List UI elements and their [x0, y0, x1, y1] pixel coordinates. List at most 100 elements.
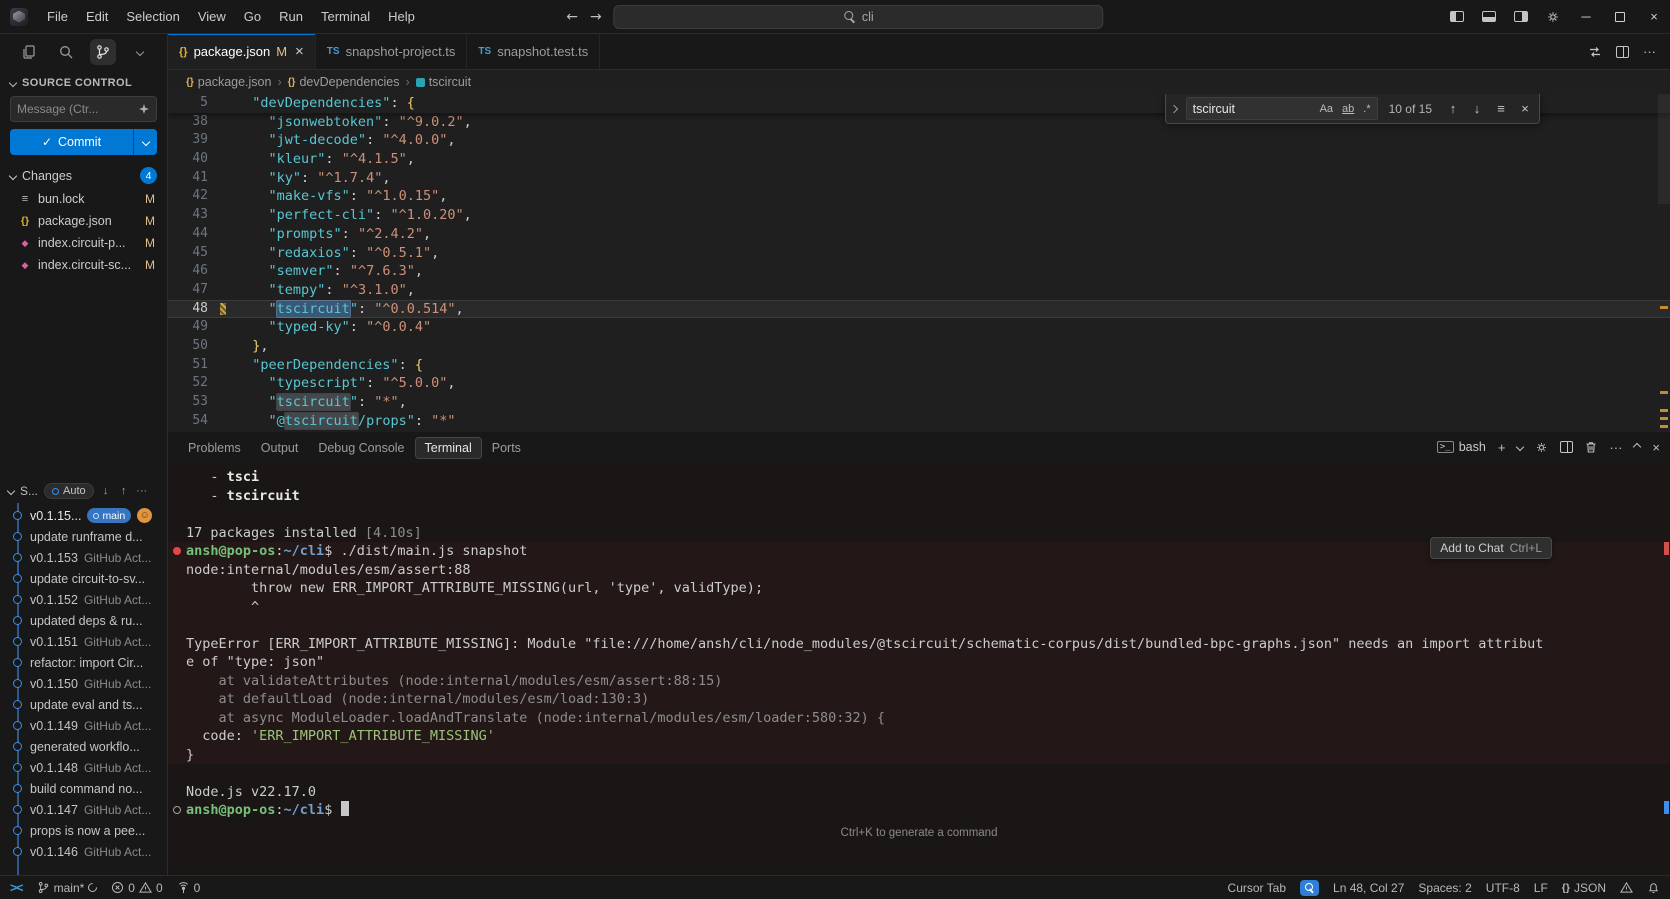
search-icon[interactable]: [53, 39, 79, 65]
split-terminal-icon[interactable]: [1560, 441, 1574, 453]
kill-terminal-icon[interactable]: [1585, 441, 1597, 454]
generate-commit-message-icon[interactable]: [138, 103, 150, 115]
source-control-icon[interactable]: [90, 39, 116, 65]
line-gutter[interactable]: 47: [168, 281, 236, 300]
forward-button[interactable]: →: [590, 9, 602, 25]
scm-file-row[interactable]: ≡ bun.lock M: [0, 188, 167, 210]
commit-row[interactable]: generated workflo...: [0, 736, 167, 757]
problems-status[interactable]: 0 0: [111, 881, 163, 895]
encoding-status[interactable]: UTF-8: [1486, 881, 1520, 895]
toggle-replace-icon[interactable]: [1166, 94, 1182, 123]
scm-file-row[interactable]: ◆ index.circuit-p... M: [0, 232, 167, 254]
terminal-settings-icon[interactable]: [1535, 441, 1548, 454]
panel-tab-output[interactable]: Output: [251, 437, 309, 459]
terminal-profile-dropdown-icon[interactable]: [1516, 442, 1525, 452]
customize-layout-button[interactable]: [1538, 3, 1568, 31]
remote-indicator[interactable]: ><: [10, 881, 24, 895]
line-gutter[interactable]: 48: [168, 300, 236, 319]
new-terminal-button[interactable]: +: [1498, 440, 1506, 455]
command-center-search[interactable]: cli: [613, 4, 1104, 29]
commit-row[interactable]: refactor: import Cir...: [0, 652, 167, 673]
more-views-icon[interactable]: [127, 39, 153, 65]
menu-terminal[interactable]: Terminal: [312, 5, 379, 28]
line-gutter[interactable]: 41: [168, 169, 236, 188]
alert-status[interactable]: [1620, 881, 1633, 894]
codebase-index-badge[interactable]: [1300, 879, 1320, 896]
changes-section-header[interactable]: Changes 4: [0, 163, 167, 188]
terminal[interactable]: - tsci - tscircuit 17 packages installed …: [168, 462, 1670, 875]
commit-row[interactable]: v0.1.149 GitHub Act...: [0, 715, 167, 736]
panel-tab-problems[interactable]: Problems: [178, 437, 251, 459]
find-input[interactable]: [1192, 101, 1314, 116]
regex-toggle[interactable]: .*: [1360, 102, 1373, 116]
commit-row[interactable]: props is now a pee...: [0, 820, 167, 841]
menu-go[interactable]: Go: [235, 5, 270, 28]
line-gutter[interactable]: 43: [168, 206, 236, 225]
close-panel-icon[interactable]: ×: [1652, 440, 1660, 455]
scm-file-row[interactable]: {} package.json M: [0, 210, 167, 232]
maximize-panel-icon[interactable]: [1633, 442, 1642, 452]
commit-dropdown-button[interactable]: [133, 129, 157, 155]
commit-row[interactable]: build command no...: [0, 778, 167, 799]
back-button[interactable]: ←: [566, 9, 578, 25]
panel-tab-ports[interactable]: Ports: [482, 437, 531, 459]
panel-tab-debug-console[interactable]: Debug Console: [308, 437, 414, 459]
commit-row[interactable]: update runframe d...: [0, 526, 167, 547]
breadcrumb-item[interactable]: {} package.json: [186, 75, 271, 89]
commit-row[interactable]: v0.1.151 GitHub Act...: [0, 631, 167, 652]
line-gutter[interactable]: 53: [168, 393, 236, 412]
line-gutter[interactable]: 5: [168, 94, 236, 113]
commit-row[interactable]: update eval and ts...: [0, 694, 167, 715]
scm-file-row[interactable]: ◆ index.circuit-sc... M: [0, 254, 167, 276]
line-gutter[interactable]: 45: [168, 244, 236, 263]
indentation-status[interactable]: Spaces: 2: [1418, 881, 1471, 895]
branch-status[interactable]: main*: [37, 881, 100, 895]
more-actions-icon[interactable]: ···: [136, 485, 148, 497]
close-window-button[interactable]: ×: [1638, 2, 1670, 32]
line-gutter[interactable]: 54: [168, 412, 236, 431]
split-editor-icon[interactable]: [1616, 45, 1629, 58]
editor-tab-snapshot.test.ts[interactable]: TS snapshot.test.ts: [467, 34, 601, 69]
commit-row[interactable]: v0.1.152 GitHub Act...: [0, 589, 167, 610]
push-icon[interactable]: ↑: [118, 485, 130, 497]
cursor-position-status[interactable]: Ln 48, Col 27: [1333, 881, 1404, 895]
source-control-section-header[interactable]: SOURCE CONTROL: [0, 70, 167, 94]
breadcrumb-item[interactable]: tscircuit: [415, 75, 471, 89]
maximize-button[interactable]: [1604, 2, 1636, 32]
toggle-panel-button[interactable]: [1474, 3, 1504, 31]
menu-view[interactable]: View: [189, 5, 235, 28]
open-changes-icon[interactable]: [1588, 45, 1602, 59]
commit-row[interactable]: v0.1.146 GitHub Act...: [0, 841, 167, 862]
line-gutter[interactable]: 49: [168, 318, 236, 337]
scrollbar-slider[interactable]: [1658, 94, 1670, 204]
line-gutter[interactable]: 46: [168, 262, 236, 281]
commit-button[interactable]: ✓ Commit: [10, 129, 133, 155]
breadcrumb-item[interactable]: {} devDependencies: [288, 75, 400, 89]
more-actions-icon[interactable]: ···: [1609, 440, 1622, 455]
menu-help[interactable]: Help: [379, 5, 424, 28]
panel-tab-terminal[interactable]: Terminal: [414, 436, 482, 459]
next-match-button[interactable]: ↓: [1467, 99, 1487, 119]
language-status[interactable]: {} JSON: [1562, 881, 1606, 895]
close-find-button[interactable]: ×: [1515, 99, 1535, 119]
explorer-icon[interactable]: [16, 39, 42, 65]
commit-row[interactable]: v0.1.15... main ☺: [0, 505, 167, 526]
line-gutter[interactable]: 38: [168, 113, 236, 132]
minimize-button[interactable]: ─: [1570, 2, 1602, 32]
commit-row[interactable]: updated deps & ru...: [0, 610, 167, 631]
editor-tab-package.json[interactable]: {} package.json M ×: [168, 34, 316, 69]
line-gutter[interactable]: 52: [168, 374, 236, 393]
menu-run[interactable]: Run: [270, 5, 312, 28]
menu-selection[interactable]: Selection: [117, 5, 188, 28]
line-gutter[interactable]: 39: [168, 131, 236, 150]
terminal-shell-selector[interactable]: >_ bash: [1436, 440, 1486, 454]
close-icon[interactable]: ×: [295, 43, 304, 60]
editor-tab-snapshot-project.ts[interactable]: TS snapshot-project.ts: [315, 34, 468, 69]
scm-graph-auto-button[interactable]: Auto: [44, 483, 94, 499]
commit-message-input[interactable]: [17, 102, 134, 116]
eol-status[interactable]: LF: [1534, 881, 1548, 895]
more-actions-icon[interactable]: ···: [1643, 44, 1656, 59]
line-gutter[interactable]: 42: [168, 187, 236, 206]
menu-file[interactable]: File: [38, 5, 77, 28]
notifications-status[interactable]: [1647, 881, 1660, 894]
